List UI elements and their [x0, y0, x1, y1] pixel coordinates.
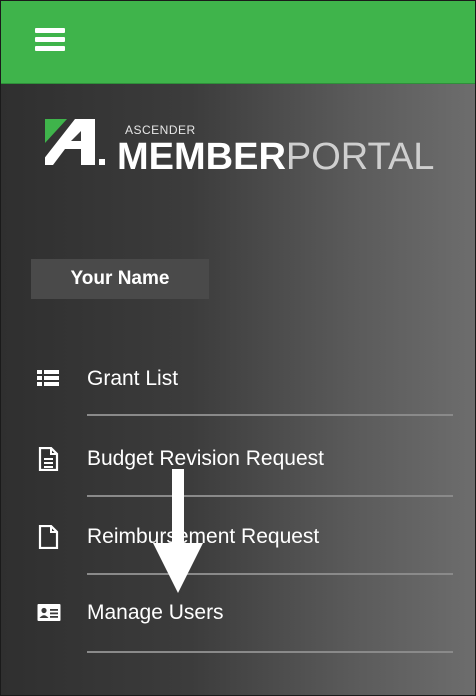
logo-portal-text: PORTAL: [285, 136, 435, 178]
document-text-icon: [38, 447, 59, 471]
list-icon: [37, 370, 59, 386]
logo-small-text: ASCENDER: [125, 123, 196, 137]
menu-item-reimbursement-request[interactable]: Reimbursement Request: [1, 525, 475, 585]
menu-divider: [87, 414, 453, 416]
menu-item-label: Reimbursement Request: [87, 525, 320, 548]
document-blank-icon: [38, 525, 59, 549]
logo-member-text: MEMBER: [117, 136, 286, 178]
menu-item-budget-revision-request[interactable]: Budget Revision Request: [1, 447, 475, 507]
ascender-logo-mark-icon: [45, 119, 105, 165]
menu-divider: [87, 651, 453, 653]
menu-item-label: Manage Users: [87, 601, 224, 624]
menu-item-label: Grant List: [87, 367, 179, 390]
menu-item-label: Budget Revision Request: [87, 447, 324, 470]
app-frame: ASCENDER MEMBERPORTAL Your Name Grant Li…: [0, 0, 476, 696]
top-bar: [1, 1, 475, 84]
user-name: Your Name: [70, 268, 170, 289]
down-arrow-icon: [153, 469, 203, 593]
ascender-member-portal-logo: ASCENDER MEMBERPORTAL: [45, 119, 445, 179]
menu-item-grant-list[interactable]: Grant List: [1, 367, 475, 427]
menu-divider: [87, 573, 453, 575]
menu-divider: [87, 495, 453, 497]
hamburger-menu-icon[interactable]: [35, 28, 65, 52]
id-card-icon: [37, 604, 61, 621]
user-name-box: Your Name: [31, 259, 209, 299]
logo-main-text: MEMBERPORTAL: [117, 137, 434, 177]
